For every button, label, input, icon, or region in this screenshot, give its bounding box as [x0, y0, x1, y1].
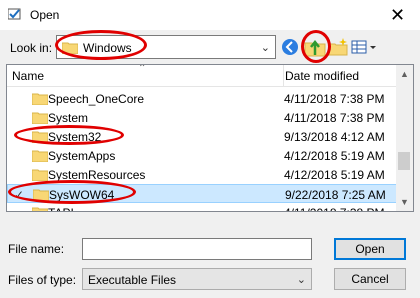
list-item[interactable]: Speech_OneCore 4/11/2018 7:38 PM	[7, 89, 397, 108]
scrollbar-thumb[interactable]	[398, 152, 410, 170]
view-menu-button[interactable]	[350, 37, 378, 57]
chevron-down-icon: ⌄	[296, 274, 306, 286]
folder-icon	[32, 131, 48, 143]
file-name: System	[48, 111, 89, 125]
folder-icon	[32, 207, 48, 211]
folder-icon	[32, 93, 48, 105]
date-modified: 4/12/2018 5:19 AM	[284, 168, 385, 182]
look-in-dropdown[interactable]: Windows ⌄	[56, 35, 276, 59]
folder-icon	[33, 189, 49, 201]
list-item[interactable]: SystemApps 4/12/2018 5:19 AM	[7, 146, 397, 165]
folder-icon	[32, 112, 48, 124]
files-of-type-label: Files of type:	[8, 273, 77, 287]
file-name: TAPI	[48, 206, 74, 211]
scroll-up-icon[interactable]: ▲	[400, 69, 409, 79]
file-list[interactable]: Name ⌃ Date modified Speech_OneCore 4/11/…	[6, 64, 414, 212]
close-icon: ✕	[389, 5, 406, 25]
open-dialog: Open ✕ Look in: Windows ⌄ Name ⌃ Date mo…	[0, 0, 420, 298]
file-name: Speech_OneCore	[48, 92, 145, 106]
scroll-down-icon[interactable]: ▼	[400, 197, 409, 207]
new-folder-button[interactable]	[328, 37, 348, 57]
look-in-label: Look in:	[10, 41, 53, 55]
folder-icon	[32, 150, 48, 162]
up-one-level-button[interactable]	[304, 37, 326, 57]
file-name: SystemApps	[48, 149, 116, 163]
column-header-date-modified[interactable]: Date modified	[285, 69, 359, 83]
open-button[interactable]: Open	[334, 238, 406, 260]
vertical-scrollbar[interactable]: ▲ ▼	[396, 65, 413, 211]
file-name: SystemResources	[48, 168, 146, 182]
date-modified: 4/12/2018 5:19 AM	[284, 149, 385, 163]
date-modified: 4/11/2018 7:38 PM	[284, 111, 385, 125]
date-modified: 4/11/2018 7:38 PM	[284, 92, 385, 106]
list-item[interactable]: TAPI 4/11/2018 7:38 PM	[7, 203, 397, 211]
list-item[interactable]: System32 9/13/2018 4:12 AM	[7, 127, 397, 146]
title-bar: Open ✕	[0, 0, 420, 30]
date-modified: 9/22/2018 7:25 AM	[285, 188, 386, 202]
look-in-value: Windows	[83, 41, 132, 55]
list-item[interactable]: System 4/11/2018 7:38 PM	[7, 108, 397, 127]
checkbox-icon[interactable]: ✓	[14, 188, 24, 202]
date-modified: 9/13/2018 4:12 AM	[284, 130, 385, 144]
close-button[interactable]: ✕	[375, 0, 420, 30]
file-name-input[interactable]	[82, 238, 312, 260]
column-divider[interactable]	[283, 65, 284, 87]
window-title: Open	[30, 8, 60, 22]
files-of-type-value: Executable Files	[88, 273, 177, 287]
back-button[interactable]	[281, 37, 299, 57]
list-header: Name ⌃ Date modified	[7, 65, 397, 87]
file-name: SysWOW64	[49, 188, 115, 202]
cancel-button[interactable]: Cancel	[334, 268, 406, 290]
list-item[interactable]: SystemResources 4/12/2018 5:19 AM	[7, 165, 397, 184]
list-item[interactable]: ✓ SysWOW64 9/22/2018 7:25 AM	[7, 184, 397, 203]
files-of-type-dropdown[interactable]: Executable Files ⌄	[82, 268, 312, 290]
date-modified: 4/11/2018 7:38 PM	[284, 206, 385, 211]
sort-ascending-icon: ⌃	[138, 64, 147, 74]
chevron-down-icon: ⌄	[260, 42, 270, 54]
folder-icon	[32, 169, 48, 181]
file-name: System32	[48, 130, 102, 144]
open-folder-icon	[8, 8, 21, 20]
file-name-label: File name:	[8, 242, 65, 256]
column-header-name[interactable]: Name	[12, 69, 44, 83]
folder-icon	[62, 42, 78, 54]
